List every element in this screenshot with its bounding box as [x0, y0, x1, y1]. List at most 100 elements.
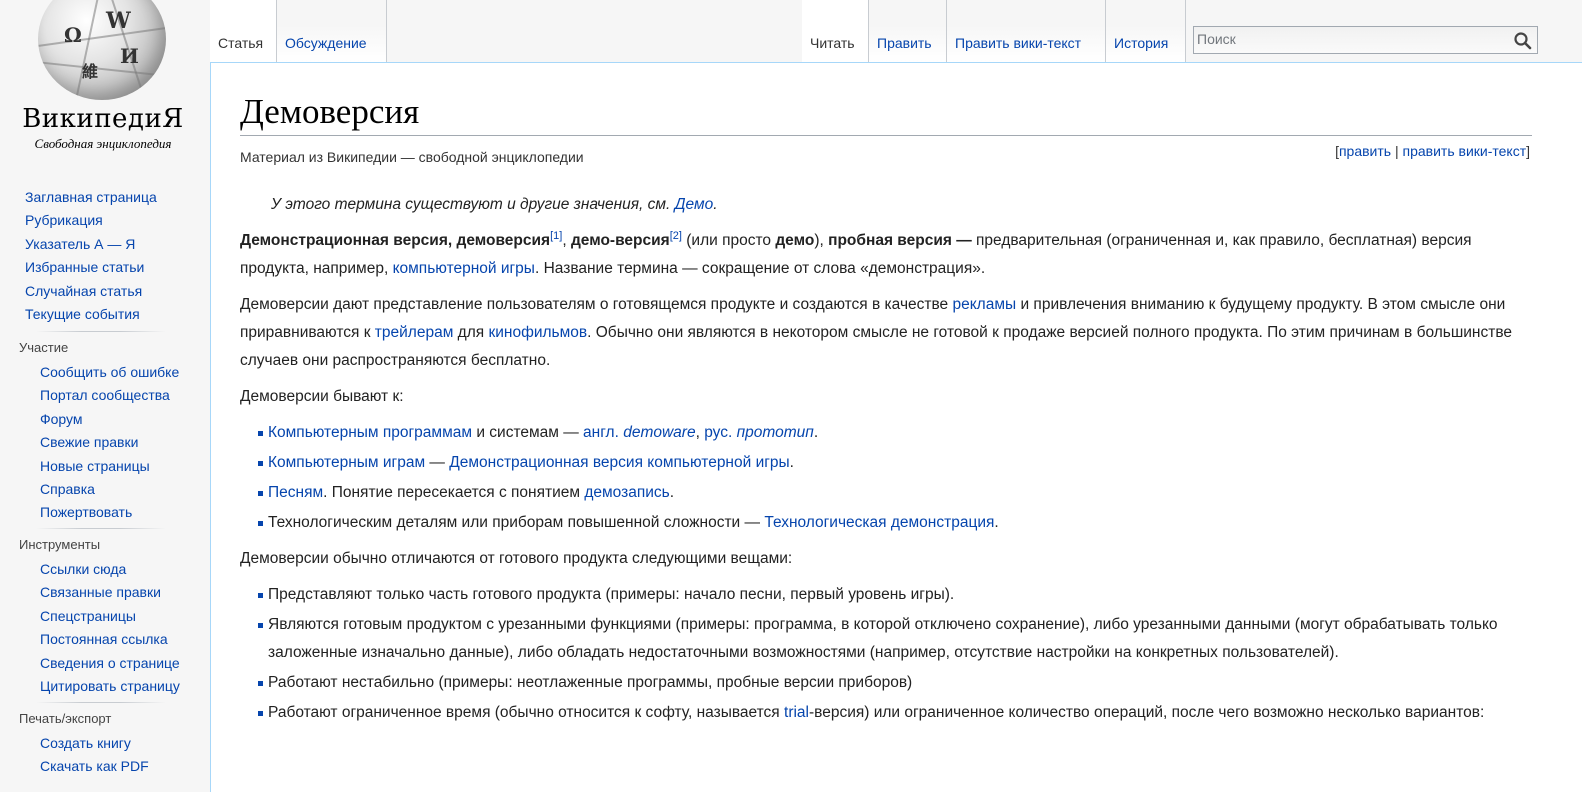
list-item: Работают нестабильно (примеры: неотлажен…	[258, 669, 1540, 697]
nav-link-special-pages[interactable]: Спецстраницы	[40, 608, 136, 624]
search-icon[interactable]	[1513, 31, 1533, 51]
hatnote-text: У этого термина существуют и другие знач…	[271, 196, 675, 213]
text: —	[425, 454, 450, 471]
text: Технологическим деталям или приборам пов…	[268, 514, 765, 531]
tab-read[interactable]: Читать	[802, 0, 869, 62]
nav-link-main-page[interactable]: Заглавная страница	[25, 189, 157, 205]
list-differences: Представляют только часть готового проду…	[240, 581, 1540, 727]
nav-link-community-portal[interactable]: Портал сообщества	[40, 387, 170, 403]
link-russian[interactable]: рус.	[704, 424, 732, 441]
nav-link-download-pdf[interactable]: Скачать как PDF	[40, 758, 149, 774]
nav-link-random[interactable]: Случайная статья	[25, 283, 142, 299]
tab-label: Статья	[218, 35, 264, 51]
link-computer-game[interactable]: компьютерной игры	[393, 260, 535, 277]
text: для	[453, 324, 489, 341]
tab-label: Обсуждение	[285, 35, 367, 51]
article-body: У этого термина существуют и другие знач…	[240, 191, 1540, 735]
nav-link-what-links-here[interactable]: Ссылки сюда	[40, 561, 126, 577]
nav-tools: Инструменты Ссылки сюда Связанные правки…	[0, 537, 210, 698]
nav-link-categories[interactable]: Рубрикация	[25, 212, 103, 228]
paragraph-1: Демонстрационная версия, демоверсия[1], …	[240, 227, 1540, 283]
foreign-term: demoware	[623, 424, 696, 441]
logo-wordmark: ВикипедиЯ	[22, 104, 184, 134]
edit-source-link[interactable]: править вики-текст	[1403, 143, 1527, 159]
reference-1[interactable]: [1]	[550, 230, 562, 242]
nav-heading-participation: Участие	[19, 340, 69, 355]
nav-link-recent-changes[interactable]: Свежие правки	[40, 434, 138, 450]
text: . Понятие пересекается с понятием	[323, 484, 585, 501]
text: . Название термина — сокращение от слова…	[534, 260, 986, 277]
list-item: Технологическим деталям или приборам пов…	[258, 509, 1540, 537]
nav-link-donate[interactable]: Пожертвовать	[40, 504, 132, 520]
reference-2[interactable]: [2]	[670, 230, 682, 242]
link-game-demo[interactable]: Демонстрационная версия компьютерной игр…	[449, 454, 789, 471]
hatnote: У этого термина существуют и другие знач…	[240, 191, 1540, 219]
puzzle-globe-icon: Ω W И 維	[38, 0, 166, 100]
link-computer-programs[interactable]: Компьютерным программам	[268, 424, 472, 441]
tab-edit-source[interactable]: Править вики-текст	[947, 0, 1106, 62]
search-input[interactable]	[1197, 29, 1497, 49]
sidebar: Ω W И 維 ВикипедиЯ Свободная энциклопедия…	[0, 0, 210, 792]
text: .	[669, 484, 675, 501]
nav-link-forum[interactable]: Форум	[40, 411, 83, 427]
nav-heading-print: Печать/экспорт	[19, 711, 112, 726]
nav-link-help[interactable]: Справка	[40, 481, 95, 497]
list-item: Компьютерным играм — Демонстрационная ве…	[258, 449, 1540, 477]
nav-main: Заглавная страница Рубрикация Указатель …	[0, 186, 210, 326]
foreign-term: прототип	[736, 424, 814, 441]
link-tech-demo[interactable]: Технологическая демонстрация	[764, 514, 994, 531]
edit-link[interactable]: править	[1339, 143, 1391, 159]
globe-glyph: Ω	[64, 23, 82, 47]
text: .	[994, 514, 999, 531]
nav-link-cite-page[interactable]: Цитировать страницу	[40, 678, 180, 694]
link-english[interactable]: англ.	[583, 424, 619, 441]
nav-link-index[interactable]: Указатель А — Я	[25, 236, 135, 252]
text: ,	[562, 232, 571, 249]
link-demo-recording[interactable]: демозапись	[584, 484, 669, 501]
link-songs[interactable]: Песням	[268, 484, 323, 501]
link-advertising[interactable]: рекламы	[952, 296, 1016, 313]
tab-history[interactable]: История	[1106, 0, 1186, 62]
tab-label: История	[1114, 35, 1169, 51]
paragraph-3: Демоверсии бывают к:	[240, 388, 404, 405]
bold-term: демо-версия	[570, 232, 670, 249]
text: ),	[814, 232, 829, 249]
nav-heading-tools: Инструменты	[19, 537, 101, 552]
link-trial[interactable]: trial	[784, 704, 809, 721]
paragraph-2: Демоверсии дают представление пользовате…	[240, 291, 1540, 375]
list-item: Песням. Понятие пересекается с понятием …	[258, 479, 1540, 507]
text: (или просто	[681, 232, 776, 249]
wikipedia-logo[interactable]: Ω W И 維 ВикипедиЯ Свободная энциклопедия	[0, 0, 210, 160]
link-films[interactable]: кинофильмов	[488, 324, 587, 341]
nav-link-current-events[interactable]: Текущие события	[25, 306, 140, 322]
punctuation: .	[713, 196, 718, 213]
nav-print: Печать/экспорт Создать книгу Скачать как…	[0, 711, 210, 779]
page-title: Демоверсия	[240, 89, 1532, 136]
nav-link-related-changes[interactable]: Связанные правки	[40, 584, 161, 600]
list-item: Компьютерным программам и системам — анг…	[258, 419, 1540, 447]
separator: |	[1391, 143, 1403, 159]
link-computer-games[interactable]: Компьютерным играм	[268, 454, 425, 471]
link-demo[interactable]: Демо	[675, 196, 714, 213]
nav-link-featured[interactable]: Избранные статьи	[25, 259, 144, 275]
list-demo-types: Компьютерным программам и системам — анг…	[240, 419, 1540, 537]
text: Демоверсии дают представление пользовате…	[240, 296, 953, 313]
text: ,	[695, 424, 705, 441]
nav-link-create-book[interactable]: Создать книгу	[40, 735, 131, 751]
separator	[36, 331, 166, 332]
tab-label: Править	[877, 35, 932, 51]
nav-link-permanent-link[interactable]: Постоянная ссылка	[40, 631, 168, 647]
bracket: ]	[1526, 143, 1530, 159]
tab-edit[interactable]: Править	[869, 0, 947, 62]
tab-talk[interactable]: Обсуждение	[277, 0, 387, 62]
nav-link-page-info[interactable]: Сведения о странице	[40, 655, 180, 671]
text: и системам —	[472, 424, 584, 441]
nav-link-new-pages[interactable]: Новые страницы	[40, 458, 150, 474]
tab-article[interactable]: Статья	[210, 0, 277, 62]
tab-label: Читать	[810, 35, 855, 51]
tab-label: Править вики-текст	[955, 35, 1082, 51]
section-edit-links: [править | править вики-текст]	[1335, 143, 1530, 159]
bold-term: демо	[775, 232, 815, 249]
nav-link-report-error[interactable]: Сообщить об ошибке	[40, 364, 179, 380]
link-trailers[interactable]: трейлерам	[375, 324, 454, 341]
